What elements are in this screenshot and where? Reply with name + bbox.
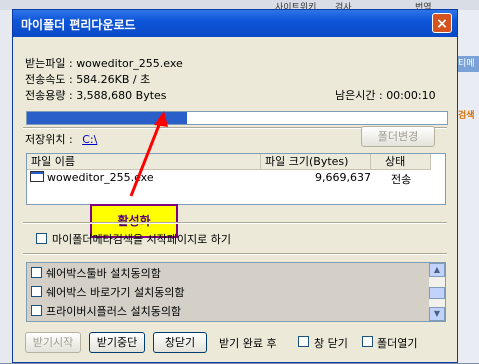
close-on-complete-label: 창 닫기 xyxy=(314,337,348,350)
start-download-button[interactable]: 받기시작 xyxy=(25,332,81,353)
agreement-scrollbar[interactable]: ▲ ▼ xyxy=(429,263,445,321)
open-folder-label: 폴더열기 xyxy=(377,337,418,350)
browser-left-edge xyxy=(0,10,12,363)
browser-right-edge: 티메 검색 xyxy=(458,10,479,363)
divider xyxy=(23,253,447,255)
stop-download-button[interactable]: 받기중단 xyxy=(89,332,145,353)
background-tab[interactable]: 티메 xyxy=(458,56,479,72)
agreement-checkbox[interactable] xyxy=(31,305,42,316)
background-label: 검색 xyxy=(458,111,475,121)
open-folder-checkbox[interactable] xyxy=(362,336,373,347)
divider xyxy=(23,222,447,224)
scroll-thumb[interactable] xyxy=(429,287,445,299)
scroll-down-icon[interactable]: ▼ xyxy=(429,307,445,321)
agreement-checkbox[interactable] xyxy=(31,286,42,297)
homepage-checkbox-label: 마이폴더메타검색을 시작페이지로 하기 xyxy=(52,233,232,246)
close-on-complete-checkbox[interactable] xyxy=(298,336,309,347)
agreement-checkbox[interactable] xyxy=(31,267,42,278)
agreement-label: 프라이버시플러스 설치동의함 xyxy=(46,305,182,318)
after-complete-label: 받기 완료 후 xyxy=(219,337,277,350)
close-window-button[interactable]: 창닫기 xyxy=(153,332,207,353)
agreement-label: 쉐어박스 바로가기 설치동의함 xyxy=(46,286,185,299)
homepage-checkbox[interactable] xyxy=(36,233,47,244)
download-window: 마이폴더 편리다운로드 × 받는파일 : woweditor_255.exe 전… xyxy=(12,9,458,363)
agreement-list: 쉐어박스툴바 설치동의함 쉐어박스 바로가기 설치동의함 프라이버시플러스 설치… xyxy=(26,262,446,322)
scroll-up-icon[interactable]: ▲ xyxy=(429,263,445,277)
agreement-label: 쉐어박스툴바 설치동의함 xyxy=(46,267,161,280)
